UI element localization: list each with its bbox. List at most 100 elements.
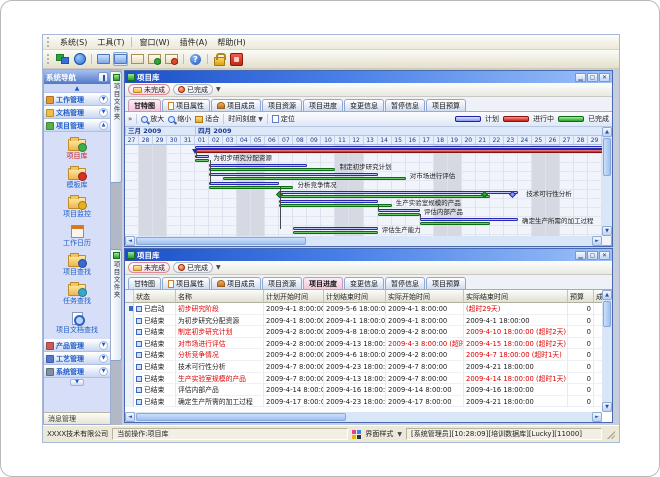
sidebar-group-5[interactable]: 工艺管理▼ xyxy=(44,352,110,365)
chevron-down-icon[interactable]: ▼ xyxy=(99,108,108,117)
style-palette-icon[interactable] xyxy=(352,430,361,439)
sidebar-item-项目文档查找[interactable]: 项目文档查找 xyxy=(44,308,110,337)
filter-tab-已完成[interactable]: 已完成 xyxy=(173,262,213,273)
menu-item[interactable]: 工具(T) xyxy=(92,36,129,49)
timeline-day[interactable]: 23 xyxy=(504,136,518,144)
folder-side-tab-2[interactable]: 项目文件夹 xyxy=(111,249,122,361)
menu-item[interactable]: 窗口(W) xyxy=(134,36,174,49)
tab-项目预算[interactable]: 项目预算 xyxy=(426,277,466,289)
timeline-day[interactable]: 17 xyxy=(420,136,434,144)
scroll-thumb[interactable] xyxy=(603,138,611,176)
close-button[interactable]: ✕ xyxy=(599,251,610,260)
timeline-day[interactable]: 06 xyxy=(265,136,279,144)
timeline-day[interactable]: 05 xyxy=(251,136,265,144)
scroll-right-icon[interactable]: ► xyxy=(592,412,602,422)
scroll-right-icon[interactable]: ► xyxy=(592,236,602,246)
filter-overflow-icon[interactable]: ▼ xyxy=(216,86,221,93)
timeline-day[interactable]: 28 xyxy=(574,136,588,144)
row-selector[interactable] xyxy=(125,384,134,396)
timeline-day[interactable]: 26 xyxy=(546,136,560,144)
sidebar-group-1[interactable]: 工作管理▼ xyxy=(44,93,110,106)
gantt-bar-plan-分析竞争情况[interactable] xyxy=(209,182,279,185)
时间刻度-button[interactable]: 时间刻度▼ xyxy=(228,114,263,124)
timeline-day[interactable]: 28 xyxy=(139,136,153,144)
sidebar-item-项目查找[interactable]: 项目查找 xyxy=(44,250,110,279)
network-icon[interactable] xyxy=(55,52,70,66)
scroll-left-icon[interactable]: ◄ xyxy=(125,236,135,246)
scroll-up-icon[interactable]: ▲ xyxy=(602,290,612,300)
tab-项目进度[interactable]: 项目进度 xyxy=(303,277,343,289)
row-selector[interactable] xyxy=(125,361,134,373)
menubar-drag-handle[interactable] xyxy=(47,37,50,47)
row-selector[interactable] xyxy=(125,338,134,350)
row-selector[interactable] xyxy=(125,373,134,385)
help-icon[interactable] xyxy=(188,52,203,66)
chevron-down-icon[interactable]: ▼ xyxy=(99,354,108,363)
minimize-button[interactable]: ▁ xyxy=(575,73,586,82)
缩小-button[interactable]: 缩小 xyxy=(168,114,191,124)
timeline-day[interactable]: 02 xyxy=(209,136,223,144)
tab-项目预算[interactable]: 项目预算 xyxy=(426,99,466,111)
gantt-bar-prog[interactable] xyxy=(195,149,602,153)
sidebar-item-工作日历[interactable]: 工作日历 xyxy=(44,221,110,250)
mail-icon[interactable] xyxy=(130,52,145,66)
gantt-vertical-scrollbar[interactable]: ▲▼ xyxy=(602,127,612,236)
tab-项目资源[interactable]: 项目资源 xyxy=(262,99,302,111)
mail-check-icon[interactable] xyxy=(147,52,162,66)
timeline-day[interactable]: 21 xyxy=(476,136,490,144)
table-row[interactable]: 已结束生产实验室规模的产品2009-4-7 8:00:002009-4-13 1… xyxy=(125,373,602,385)
scroll-left-icon[interactable]: ◄ xyxy=(125,412,135,422)
row-selector[interactable] xyxy=(125,349,134,361)
table-row[interactable]: 已结束分析竞争情况2009-4-2 8:00:002009-4-6 18:00:… xyxy=(125,349,602,361)
gantt-bar-plan-评估生产能力[interactable] xyxy=(293,227,377,230)
scroll-thumb[interactable] xyxy=(136,237,306,245)
table-vertical-scrollbar[interactable]: ▲▼ xyxy=(602,290,612,412)
sidebar-tab-messages[interactable]: 消息管理 xyxy=(44,412,110,424)
table-row[interactable]: 已结束技术可行性分析2009-4-7 8:00:002009-4-23 18:0… xyxy=(125,361,602,373)
column-header-计划结束时间[interactable]: 计划结束时间 xyxy=(324,290,386,303)
timeline-day[interactable]: 25 xyxy=(532,136,546,144)
timeline-day[interactable]: 24 xyxy=(518,136,532,144)
menu-item[interactable]: 帮助(H) xyxy=(212,36,250,49)
filter-tab-已完成[interactable]: 已完成 xyxy=(173,84,213,95)
gantt-window-titlebar[interactable]: 项目库 ▁▢✕ xyxy=(125,71,612,83)
sidebar-item-模板库[interactable]: 模板库 xyxy=(44,163,110,192)
stop-icon[interactable] xyxy=(229,52,244,66)
table-row[interactable]: 已启动初步研究阶段2009-4-1 8:00:002009-5-6 18:00:… xyxy=(125,303,602,315)
sidebar-item-任务查找[interactable]: 任务查找 xyxy=(44,279,110,308)
timeline-day[interactable]: 22 xyxy=(490,136,504,144)
tab-暂停信息[interactable]: 暂停信息 xyxy=(385,277,425,289)
gantt-bar-plan-为初步研究分配资源[interactable] xyxy=(195,155,209,158)
column-header-实际开始时间[interactable]: 实际开始时间 xyxy=(386,290,464,303)
timeline-day[interactable]: 31 xyxy=(181,136,195,144)
sidebar-item-项目库[interactable]: 项目库 xyxy=(44,134,110,163)
close-button[interactable]: ✕ xyxy=(599,73,610,82)
timeline-day[interactable]: 18 xyxy=(434,136,448,144)
放大-button[interactable]: 放大 xyxy=(141,114,164,124)
column-header-计划开始时间[interactable]: 计划开始时间 xyxy=(264,290,324,303)
lock-icon[interactable] xyxy=(212,52,227,66)
table-horizontal-scrollbar[interactable]: ◄► xyxy=(125,412,602,422)
scroll-down-icon[interactable]: ▼ xyxy=(602,226,612,236)
scroll-down-icon[interactable]: ▼ xyxy=(602,402,612,412)
gantt-bar-done-生产实验室规模的产品[interactable] xyxy=(279,204,391,207)
timeline-day[interactable]: 16 xyxy=(406,136,420,144)
tab-项目成员[interactable]: 项目成员 xyxy=(211,99,261,111)
timeline-day[interactable]: 07 xyxy=(279,136,293,144)
gantt-bar-done-评估生产能力[interactable] xyxy=(293,231,377,234)
filter-overflow-icon[interactable]: ▼ xyxy=(216,264,221,271)
chevron-down-icon[interactable]: ▼ xyxy=(99,341,108,350)
tab-变更信息[interactable]: 变更信息 xyxy=(344,99,384,111)
filter-tab-未完成[interactable]: 未完成 xyxy=(128,262,170,273)
gantt-bar-plan-制定初步研究计划[interactable] xyxy=(209,164,307,167)
timeline-day[interactable]: 27 xyxy=(125,136,139,144)
maximize-button[interactable]: ▢ xyxy=(587,73,598,82)
pin-icon[interactable] xyxy=(98,72,108,82)
table-row[interactable]: 已结束为初步研究分配资源2009-4-1 8:00:002009-4-1 18:… xyxy=(125,315,602,327)
timeline-day[interactable]: 01 xyxy=(195,136,209,144)
gantt-bar-plan-确定生产所需的加工过程[interactable] xyxy=(420,218,518,221)
tab-项目成员[interactable]: 项目成员 xyxy=(211,277,261,289)
minimize-button[interactable]: ▁ xyxy=(575,251,586,260)
row-selector[interactable] xyxy=(125,326,134,338)
sidebar-item-项目监控[interactable]: 项目监控 xyxy=(44,192,110,221)
